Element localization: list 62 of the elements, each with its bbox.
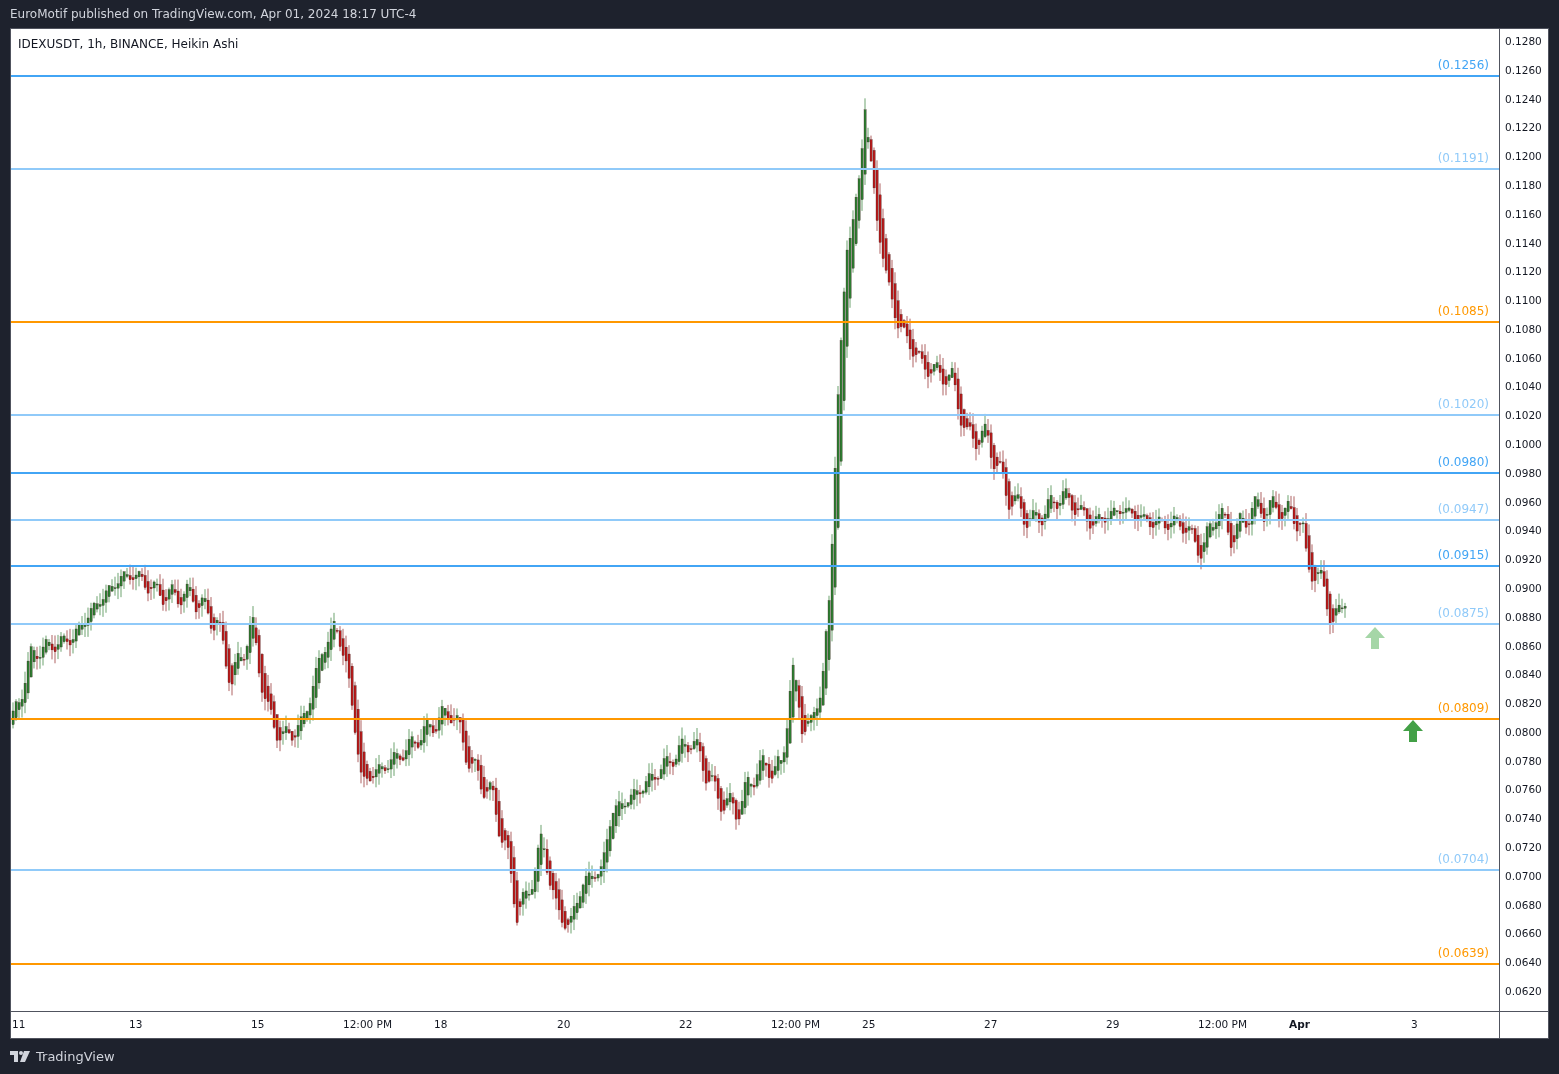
price-tick: 0.0820 (1505, 697, 1542, 710)
time-tick: 22 (679, 1018, 693, 1030)
price-tick: 0.1020 (1505, 409, 1542, 422)
level-label: (0.1256) (1437, 57, 1489, 72)
tradingview-logo-icon (10, 1051, 30, 1062)
price-tick: 0.0660 (1505, 927, 1542, 940)
time-tick: 29 (1106, 1018, 1120, 1030)
level-label: (0.0704) (1437, 852, 1489, 867)
price-tick: 0.0960 (1505, 495, 1542, 508)
price-tick: 0.0900 (1505, 581, 1542, 594)
publish-info: EuroMotif published on TradingView.com, Apr 01, 2024 18:17 UTC-4 (10, 6, 417, 23)
price-tick: 0.1140 (1505, 236, 1542, 249)
price-tick: 0.1220 (1505, 121, 1542, 134)
price-tick: 0.1160 (1505, 207, 1542, 220)
price-tick: 0.1180 (1505, 178, 1542, 191)
time-tick: 11 (12, 1018, 26, 1030)
time-tick: 15 (251, 1018, 265, 1030)
level-label: (0.0947) (1437, 502, 1489, 517)
time-tick: 20 (557, 1018, 571, 1030)
price-tick: 0.0880 (1505, 610, 1542, 623)
price-tick: 0.0860 (1505, 639, 1542, 652)
time-tick: 12:00 PM (1198, 1018, 1247, 1030)
price-tick: 0.0700 (1505, 869, 1542, 882)
level-label: (0.0639) (1437, 945, 1489, 960)
price-tick: 0.0800 (1505, 725, 1542, 738)
price-tick: 0.0760 (1505, 783, 1542, 796)
level-label: (0.1085) (1437, 303, 1489, 318)
level-label: (0.0915) (1437, 548, 1489, 563)
time-tick: 13 (129, 1018, 143, 1030)
time-tick: Apr (1289, 1018, 1310, 1030)
time-tick: 12:00 PM (771, 1018, 820, 1030)
price-tick: 0.0780 (1505, 754, 1542, 767)
price-tick: 0.0620 (1505, 985, 1542, 997)
price-tick: 0.1080 (1505, 322, 1542, 335)
time-tick: 3 (1411, 1018, 1418, 1030)
time-tick: 27 (984, 1018, 998, 1030)
price-tick: 0.1120 (1505, 265, 1542, 278)
time-tick: 25 (862, 1018, 876, 1030)
price-tick: 0.0640 (1505, 956, 1542, 969)
time-tick: 18 (434, 1018, 448, 1030)
time-tick: 12:00 PM (343, 1018, 392, 1030)
price-tick: 0.1280 (1505, 35, 1542, 47)
price-tick: 0.1060 (1505, 351, 1542, 364)
price-tick: 0.0920 (1505, 553, 1542, 566)
price-tick: 0.0940 (1505, 524, 1542, 537)
price-tick: 0.1100 (1505, 294, 1542, 307)
price-tick: 0.1200 (1505, 150, 1542, 163)
price-tick: 0.1040 (1505, 380, 1542, 393)
price-tick: 0.1260 (1505, 63, 1542, 76)
level-label: (0.1191) (1437, 151, 1489, 166)
level-label: (0.0809) (1437, 700, 1489, 715)
level-label: (0.0980) (1437, 454, 1489, 469)
level-label: (0.1020) (1437, 397, 1489, 412)
price-tick: 0.0840 (1505, 668, 1542, 681)
price-tick: 0.1000 (1505, 438, 1542, 450)
price-tick: 0.0980 (1505, 466, 1542, 479)
price-tick: 0.0720 (1505, 841, 1542, 854)
price-tick: 0.0680 (1505, 898, 1542, 911)
level-label: (0.0875) (1437, 605, 1489, 620)
brand-name: TradingView (36, 1047, 115, 1066)
price-tick: 0.0740 (1505, 812, 1542, 825)
price-tick: 0.1240 (1505, 92, 1542, 105)
